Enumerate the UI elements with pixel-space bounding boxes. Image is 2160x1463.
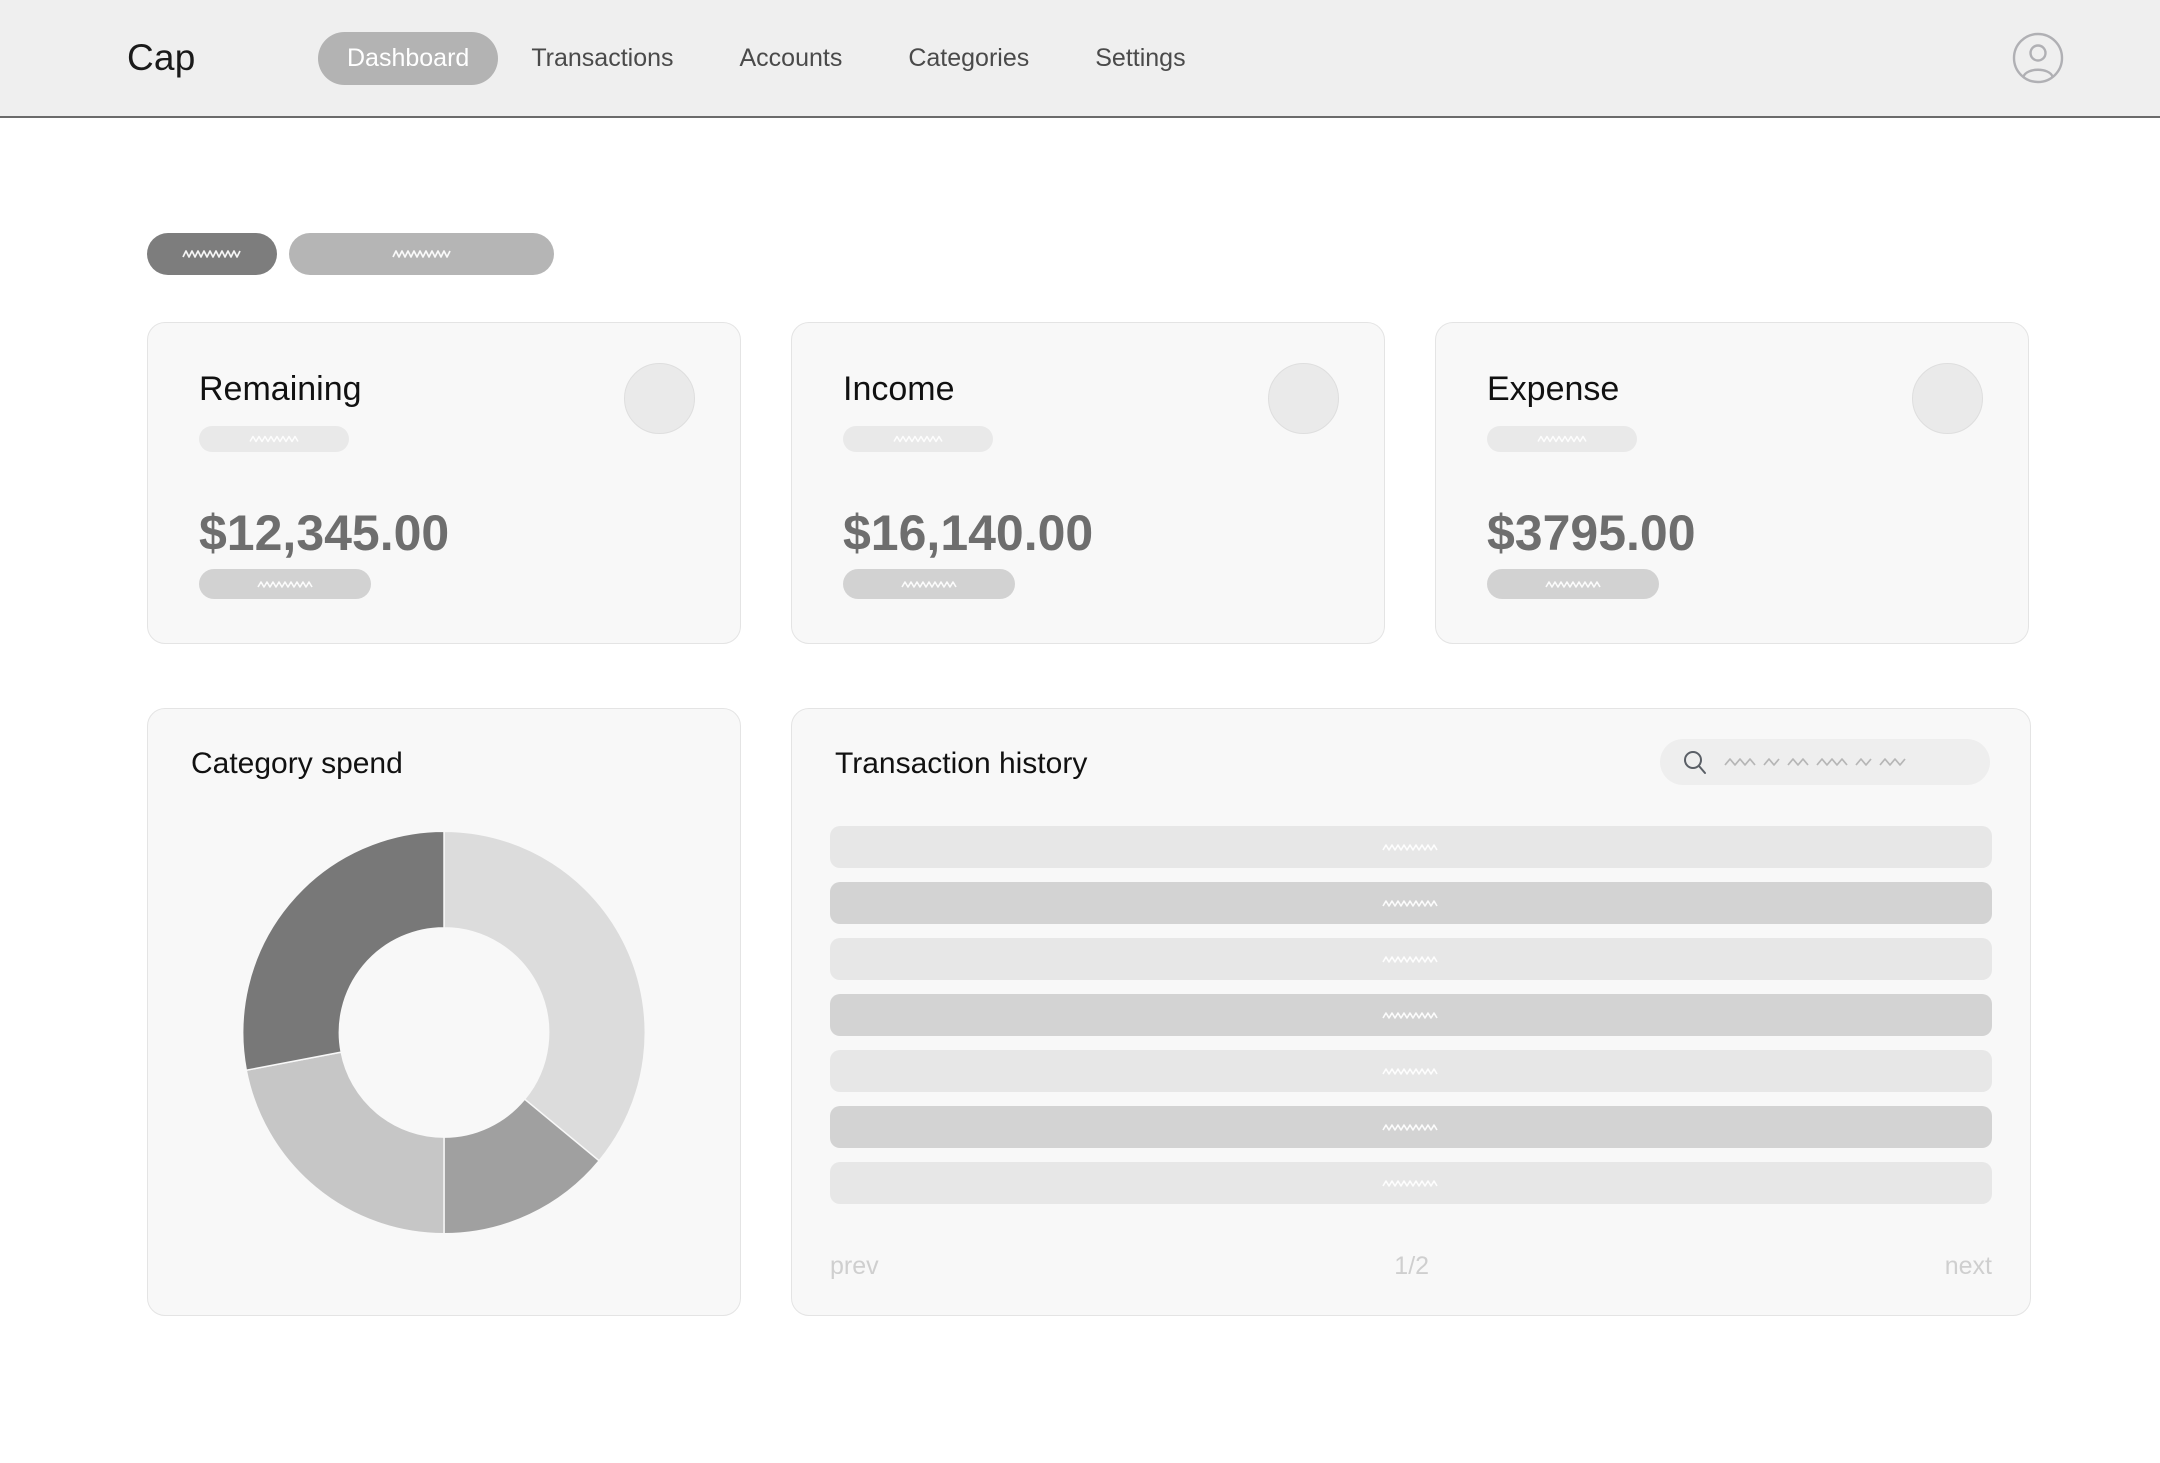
transaction-row-list — [830, 826, 1992, 1218]
kpi-card-expense[interactable]: Expense $3795.00 — [1435, 322, 2029, 644]
user-circle-icon[interactable] — [2012, 32, 2064, 84]
squiggle-placeholder-icon — [1381, 954, 1441, 965]
squiggle-placeholder-icon — [900, 579, 958, 590]
squiggle-placeholder-icon — [181, 248, 243, 260]
table-row[interactable] — [830, 938, 1992, 980]
filter-toggle-group — [147, 233, 554, 275]
table-row[interactable] — [830, 826, 1992, 868]
squiggle-placeholder-icon — [1381, 842, 1441, 853]
category-spend-panel: Category spend — [147, 708, 741, 1316]
panel-title: Transaction history — [835, 747, 1088, 780]
kpi-amount: $3795.00 — [1487, 505, 1696, 561]
nav-item-accounts[interactable]: Accounts — [707, 45, 876, 71]
search-input[interactable] — [1660, 739, 1990, 785]
pagination-next-button[interactable]: next — [1945, 1252, 1992, 1281]
pagination: prev 1/2 next — [830, 1252, 1992, 1281]
squiggle-placeholder-icon — [248, 434, 300, 444]
circle-placeholder-icon — [1912, 363, 1983, 434]
kpi-tag-placeholder — [843, 569, 1015, 599]
table-row[interactable] — [830, 1106, 1992, 1148]
circle-placeholder-icon — [624, 363, 695, 434]
kpi-amount: $16,140.00 — [843, 505, 1094, 561]
squiggle-placeholder-icon — [1536, 434, 1588, 444]
kpi-title: Remaining — [199, 370, 362, 408]
kpi-title: Expense — [1487, 370, 1620, 408]
kpi-amount: $12,345.00 — [199, 505, 450, 561]
nav-item-categories[interactable]: Categories — [875, 45, 1062, 71]
kpi-subtitle-placeholder — [1487, 426, 1637, 452]
transaction-history-panel: Transaction history prev 1/2 next — [791, 708, 2031, 1316]
pagination-page-indicator: 1/2 — [1394, 1252, 1430, 1280]
squiggle-placeholder-icon — [391, 248, 453, 260]
filter-pill-inactive[interactable] — [289, 233, 554, 275]
donut-segment[interactable] — [242, 830, 445, 1072]
kpi-card-row: Remaining $12,345.00 Income $16,140.00 E… — [147, 322, 2029, 644]
kpi-tag-placeholder — [199, 569, 371, 599]
search-icon — [1682, 749, 1708, 775]
panel-title: Category spend — [191, 747, 403, 780]
kpi-card-remaining[interactable]: Remaining $12,345.00 — [147, 322, 741, 644]
kpi-subtitle-placeholder — [199, 426, 349, 452]
squiggle-placeholder-icon — [1381, 1010, 1441, 1021]
lower-panel-row: Category spend Transaction history prev … — [147, 708, 2031, 1316]
squiggle-placeholder-icon — [1544, 579, 1602, 590]
app-logo[interactable]: Cap — [127, 37, 195, 79]
table-row[interactable] — [830, 882, 1992, 924]
main-navigation: Dashboard Transactions Accounts Categori… — [318, 31, 1219, 85]
filter-pill-active[interactable] — [147, 233, 277, 275]
search-placeholder-squiggle-icon — [1722, 755, 1952, 769]
squiggle-placeholder-icon — [1381, 1122, 1441, 1133]
category-spend-donut-chart[interactable] — [237, 825, 652, 1240]
kpi-subtitle-placeholder — [843, 426, 993, 452]
squiggle-placeholder-icon — [256, 579, 314, 590]
circle-placeholder-icon — [1268, 363, 1339, 434]
squiggle-placeholder-icon — [1381, 898, 1441, 909]
squiggle-placeholder-icon — [1381, 1066, 1441, 1077]
nav-item-dashboard[interactable]: Dashboard — [318, 31, 499, 85]
kpi-card-income[interactable]: Income $16,140.00 — [791, 322, 1385, 644]
nav-item-settings[interactable]: Settings — [1062, 45, 1218, 71]
squiggle-placeholder-icon — [1381, 1178, 1441, 1189]
nav-item-transactions[interactable]: Transactions — [498, 45, 706, 71]
table-row[interactable] — [830, 1050, 1992, 1092]
squiggle-placeholder-icon — [892, 434, 944, 444]
pagination-prev-button[interactable]: prev — [830, 1252, 879, 1281]
table-row[interactable] — [830, 1162, 1992, 1204]
donut-segment[interactable] — [245, 1051, 445, 1235]
table-row[interactable] — [830, 994, 1992, 1036]
kpi-title: Income — [843, 370, 955, 408]
app-header: Cap Dashboard Transactions Accounts Cate… — [0, 0, 2160, 118]
donut-segment[interactable] — [443, 830, 646, 1162]
kpi-tag-placeholder — [1487, 569, 1659, 599]
